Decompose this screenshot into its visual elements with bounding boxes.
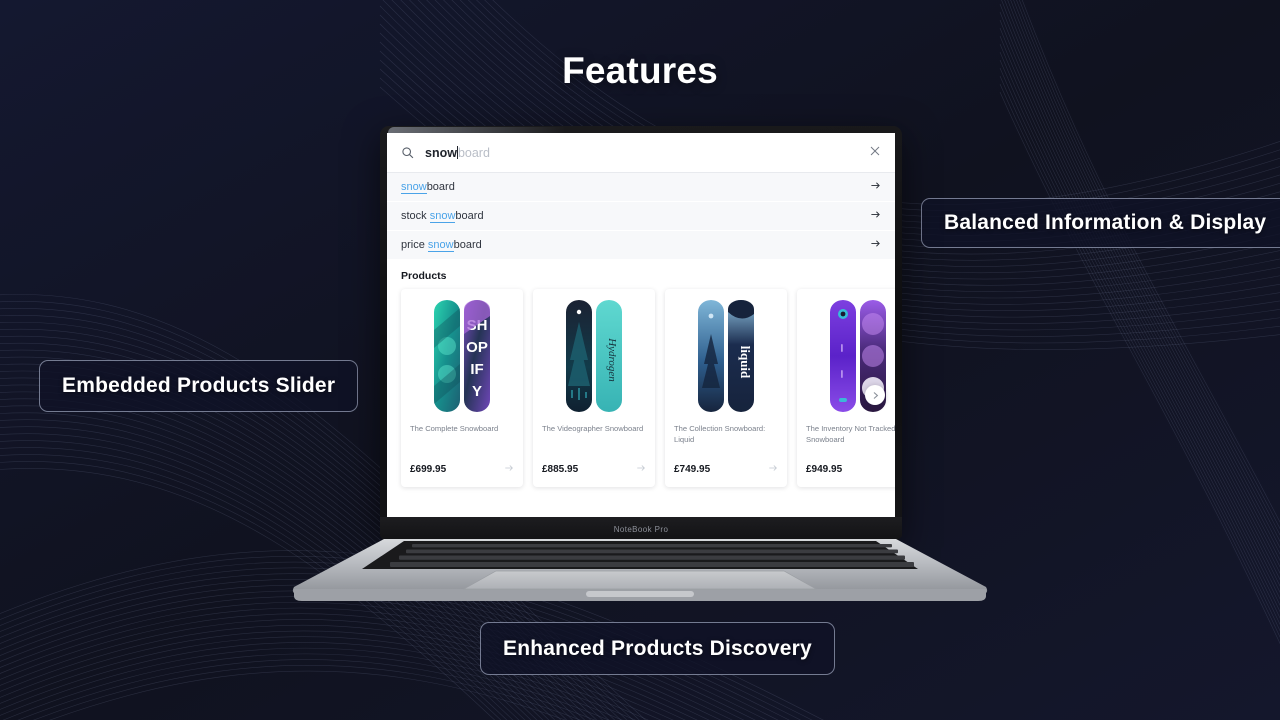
suggestion-rest: board xyxy=(426,181,455,193)
suggestion-rest: board xyxy=(455,210,484,222)
svg-text:Y: Y xyxy=(472,383,482,400)
suggestion-match: snow xyxy=(401,181,427,194)
snowboard-illustration xyxy=(434,300,460,412)
laptop-mockup: snowboard snowboard stock snowboard price … xyxy=(286,126,994,601)
search-icon xyxy=(402,147,414,159)
callout-enhanced-products-discovery: Enhanced Products Discovery xyxy=(480,622,835,675)
laptop-screen: snowboard snowboard stock snowboard price … xyxy=(387,133,895,523)
search-suggestion-item[interactable]: stock snowboard xyxy=(387,202,895,231)
snowboard-illustration xyxy=(830,300,856,412)
search-suggestion-list: snowboard stock snowboard price snowboard xyxy=(387,173,895,260)
device-brand-label: NoteBook Pro xyxy=(613,524,669,534)
search-bar[interactable]: snowboard xyxy=(387,133,895,173)
search-suggestion-item[interactable]: snowboard xyxy=(387,173,895,202)
product-footer: £749.95 xyxy=(665,460,787,487)
arrow-right-icon[interactable] xyxy=(768,460,778,478)
product-image: Hydrogen xyxy=(533,289,655,417)
laptop-base xyxy=(292,539,988,601)
search-ghost-completion: board xyxy=(457,145,490,160)
snowboard-illustration: liquid xyxy=(728,300,754,412)
product-title: The Collection Snowboard: Liquid xyxy=(674,424,766,444)
snowboard-illustration: Hydrogen xyxy=(596,300,622,412)
arrow-right-icon[interactable] xyxy=(636,460,646,478)
product-price: £699.95 xyxy=(410,463,447,475)
products-slider[interactable]: SH OP IF Y The Complete Snowboard £699.95 Hydr… xyxy=(387,289,895,494)
arrow-right-icon[interactable] xyxy=(870,209,881,223)
svg-text:OP: OP xyxy=(466,339,488,356)
product-title: The Complete Snowboard xyxy=(410,424,499,433)
products-heading: Products xyxy=(387,260,895,289)
search-typed-value: snow xyxy=(425,145,457,160)
svg-text:IF: IF xyxy=(470,361,483,378)
snowboard-illustration xyxy=(566,300,592,412)
suggestion-match: snow xyxy=(429,210,456,223)
product-image: liquid xyxy=(665,289,787,417)
laptop-chin: NoteBook Pro xyxy=(380,517,902,541)
suggestion-text: stock snowboard xyxy=(401,210,484,223)
slide-canvas: Features Embedded Products Slider Balanc… xyxy=(0,0,1280,720)
arrow-right-icon[interactable] xyxy=(870,238,881,252)
product-image: SH OP IF Y xyxy=(401,289,523,417)
product-footer: £949.95 xyxy=(797,460,895,487)
product-card[interactable]: liquid The Collection Snowboard: Liquid £7… xyxy=(665,289,787,487)
search-suggestion-item[interactable]: price snowboard xyxy=(387,231,895,260)
product-price: £885.95 xyxy=(542,463,579,475)
product-card[interactable]: SH OP IF Y The Complete Snowboard £699.95 xyxy=(401,289,523,487)
product-title: The Videographer Snowboard xyxy=(542,424,644,433)
snowboard-illustration xyxy=(698,300,724,412)
chevron-right-icon xyxy=(873,391,878,399)
snowboard-illustration: SHOPIFY xyxy=(464,300,490,412)
product-title: The Inventory Not Tracked Snowboard xyxy=(806,424,895,444)
page-title: Features xyxy=(562,50,718,91)
product-price: £749.95 xyxy=(674,463,711,475)
suggestion-text: snowboard xyxy=(401,181,455,194)
laptop-lid: snowboard snowboard stock snowboard price … xyxy=(380,126,902,538)
suggestion-match: snow xyxy=(427,239,454,252)
arrow-right-icon[interactable] xyxy=(870,180,881,194)
product-footer: £699.95 xyxy=(401,460,523,487)
suggestion-text: price snowboard xyxy=(401,239,482,252)
suggestion-rest: board xyxy=(453,239,482,251)
svg-text:Hydrogen: Hydrogen xyxy=(606,337,618,382)
search-input[interactable]: snowboard xyxy=(425,145,490,160)
product-card[interactable]: Hydrogen The Videographer Snowboard £885.9… xyxy=(533,289,655,487)
arrow-right-icon[interactable] xyxy=(504,460,514,478)
product-price: £949.95 xyxy=(806,463,843,475)
close-icon[interactable] xyxy=(869,144,881,162)
product-footer: £885.95 xyxy=(533,460,655,487)
slider-next-button[interactable] xyxy=(865,385,885,405)
svg-text:liquid: liquid xyxy=(738,346,753,379)
